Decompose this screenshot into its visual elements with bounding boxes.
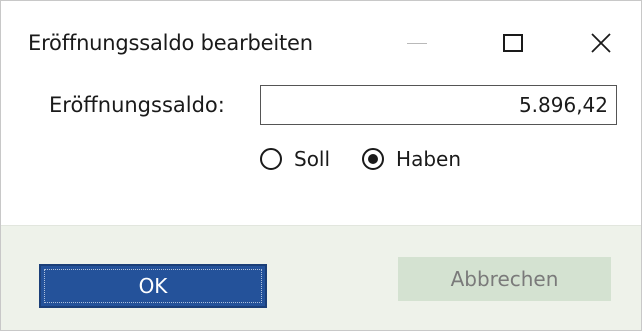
close-icon bbox=[591, 33, 611, 53]
opening-balance-label: Eröffnungssaldo: bbox=[49, 93, 225, 117]
debit-credit-radio-group: Soll Haben bbox=[260, 147, 493, 171]
dialog-window: Eröffnungssaldo bearbeiten Eröffnungssal… bbox=[0, 0, 642, 331]
radio-haben-label: Haben bbox=[396, 147, 462, 171]
cancel-button[interactable]: Abbrechen bbox=[398, 257, 611, 301]
radio-soll[interactable]: Soll bbox=[260, 147, 330, 171]
cancel-button-label: Abbrechen bbox=[450, 267, 559, 291]
minimize-icon bbox=[407, 42, 427, 44]
ok-button[interactable]: OK bbox=[39, 264, 267, 308]
title-bar: Eröffnungssaldo bearbeiten bbox=[1, 1, 641, 89]
dialog-content: Eröffnungssaldo: Soll Haben bbox=[1, 85, 641, 225]
close-button[interactable] bbox=[579, 23, 623, 63]
radio-soll-indicator bbox=[260, 148, 282, 170]
radio-soll-label: Soll bbox=[294, 147, 331, 171]
maximize-icon bbox=[503, 34, 523, 52]
radio-haben-indicator bbox=[362, 148, 385, 170]
radio-haben[interactable]: Haben bbox=[362, 147, 461, 171]
maximize-button[interactable] bbox=[491, 23, 535, 63]
minimize-button[interactable] bbox=[395, 23, 439, 63]
dialog-footer: OK Abbrechen bbox=[1, 225, 641, 330]
opening-balance-input[interactable] bbox=[260, 85, 617, 125]
window-title: Eröffnungssaldo bearbeiten bbox=[28, 31, 313, 55]
focus-rectangle bbox=[44, 269, 262, 303]
